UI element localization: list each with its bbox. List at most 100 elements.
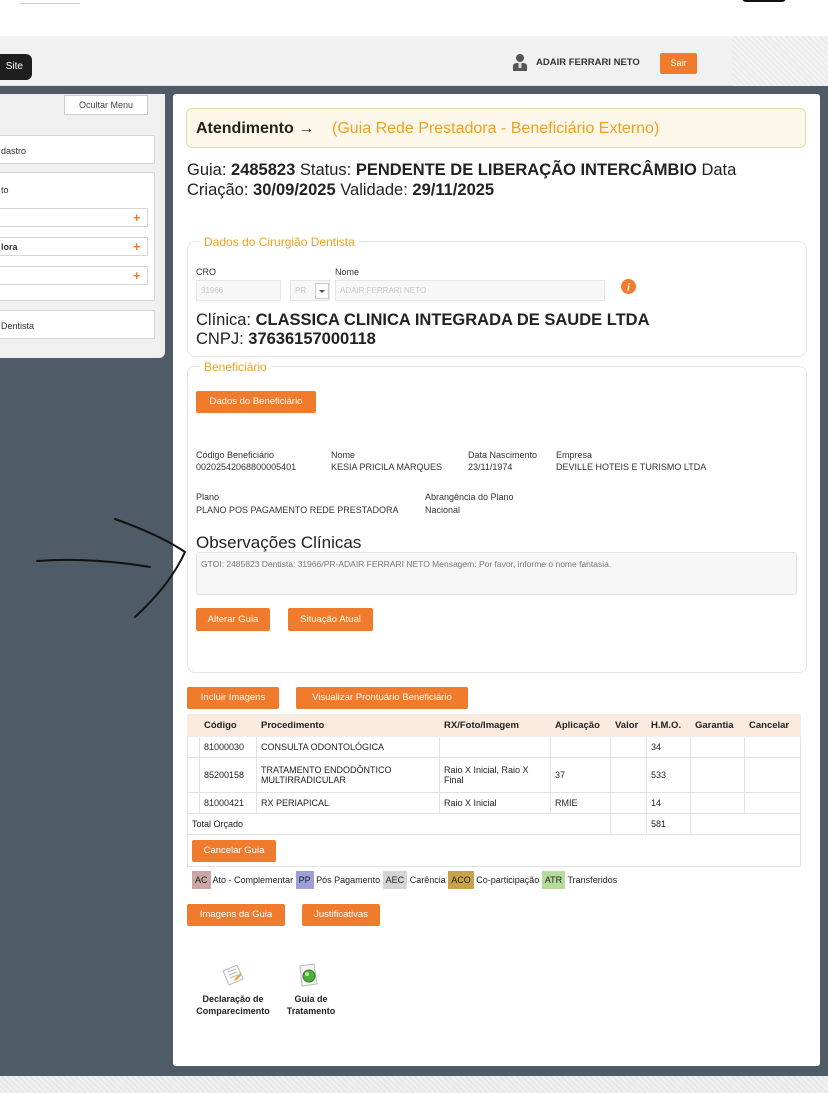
legend-chip-pp: PP bbox=[295, 871, 314, 889]
guia-label: Guia: bbox=[187, 161, 227, 179]
table-cell: Cancelar Guia bbox=[187, 834, 801, 867]
status-value: PENDENTE DE LIBERAÇÃO INTERCÂMBIO bbox=[355, 161, 697, 179]
current-status-button[interactable]: Situação Atual bbox=[288, 608, 373, 631]
procedure-cancel[interactable] bbox=[744, 736, 801, 758]
plan-value: PLANO POS PAGAMENTO REDE PRESTADORA bbox=[196, 505, 399, 515]
column-header: Valor bbox=[610, 714, 647, 737]
procedure-code: 85200158 bbox=[199, 757, 257, 793]
sidebar-item-label: dastro bbox=[1, 146, 27, 156]
plan-label: Plano bbox=[196, 492, 220, 502]
sidebar-item-label: Dentista bbox=[1, 321, 35, 331]
legend-chip-ac: AC bbox=[192, 871, 211, 889]
codigo-beneficiario-value: 00202542068800005401 bbox=[196, 462, 297, 472]
top-right-control-fragment[interactable] bbox=[742, 0, 786, 2]
column-header: Garantia bbox=[690, 714, 745, 737]
clinic-line: Clínica: CLASSICA CLINICA INTEGRADA DE S… bbox=[196, 311, 649, 330]
beneficiary-name-label: Nome bbox=[331, 450, 356, 460]
sidebar-subitem-label: lora bbox=[1, 242, 18, 252]
table-cell bbox=[187, 757, 200, 793]
clinical-notes-title: Observações Clínicas bbox=[196, 533, 362, 552]
legend-label-ac: Ato - Complementar bbox=[212, 875, 294, 885]
nome-label: Nome bbox=[335, 267, 360, 277]
expand-plus-icon[interactable]: + bbox=[133, 239, 141, 254]
procedure-value bbox=[610, 792, 647, 814]
include-images-button[interactable]: Incluir Imagens bbox=[187, 687, 279, 709]
procedure-rx: Raio X Inicial, Raio X Final bbox=[439, 757, 551, 793]
svg-text:i: i bbox=[627, 283, 630, 294]
info-icon[interactable]: i bbox=[621, 279, 636, 294]
declaration-label[interactable]: Declaração de Comparecimento bbox=[188, 993, 278, 1017]
total-hmo: 581 bbox=[646, 813, 691, 835]
total-label: Total Orçado bbox=[187, 813, 611, 835]
declaration-label-line-2: Comparecimento bbox=[196, 1006, 270, 1016]
column-header: Procedimento bbox=[256, 714, 440, 737]
column-header: H.M.O. bbox=[646, 714, 691, 737]
declaration-icon[interactable] bbox=[220, 962, 246, 988]
procedure-cancel[interactable] bbox=[744, 792, 801, 814]
procedure-rx bbox=[439, 736, 551, 758]
procedure-cancel[interactable] bbox=[744, 757, 801, 793]
site-button[interactable]: Site bbox=[0, 54, 32, 80]
codigo-beneficiario-label: Código Beneficiário bbox=[196, 450, 275, 460]
sidebar-subitem[interactable]: + bbox=[0, 208, 148, 227]
logout-button[interactable]: Sair bbox=[660, 53, 697, 74]
birth-date-label: Data Nascimento bbox=[468, 450, 538, 460]
sidebar-subitem[interactable]: lora + bbox=[0, 237, 148, 256]
criacao-value: 30/09/2025 bbox=[253, 181, 336, 199]
table-row: 81000421 RX PERIAPICAL Raio X Inicial RM… bbox=[187, 792, 801, 814]
legend-label-atr: Transferidos bbox=[567, 875, 618, 885]
table-cell bbox=[187, 736, 200, 758]
procedure-application: 37 bbox=[550, 757, 611, 793]
sidebar-item-dentista[interactable]: Dentista bbox=[0, 310, 155, 339]
top-strip bbox=[0, 0, 828, 36]
guide-images-button[interactable]: Imagens da Guia bbox=[187, 904, 285, 926]
expand-plus-icon[interactable]: + bbox=[133, 210, 141, 225]
expand-plus-icon[interactable]: + bbox=[133, 268, 141, 283]
table-cell bbox=[187, 792, 200, 814]
table-header-row: Código Procedimento RX/Foto/Imagem Aplic… bbox=[187, 714, 801, 737]
table-total-row: Total Orçado 581 bbox=[187, 813, 801, 835]
birth-date-value: 23/11/1974 bbox=[468, 462, 513, 472]
table-action-row: Cancelar Guia bbox=[187, 834, 801, 867]
guia-value: 2485823 bbox=[231, 161, 296, 179]
select-arrow[interactable] bbox=[315, 283, 329, 299]
beneficiary-legend: Beneficiário bbox=[200, 360, 271, 374]
beneficiary-name-value: KESIA PRICILA MARQUES bbox=[331, 462, 443, 472]
column-header: RX/Foto/Imagem bbox=[439, 714, 551, 737]
hide-menu-button[interactable]: Ocultar Menu bbox=[64, 95, 148, 115]
legend-label-aec: Carência bbox=[409, 875, 446, 885]
justifications-button[interactable]: Justificativas bbox=[302, 904, 380, 926]
sidebar-subitem[interactable]: + bbox=[0, 266, 148, 285]
procedures-table: Código Procedimento RX/Foto/Imagem Aplic… bbox=[187, 714, 801, 867]
cnpj-line: CNPJ: 37636157000118 bbox=[196, 330, 376, 349]
uf-select[interactable]: PR bbox=[290, 280, 330, 301]
treatment-guide-icon[interactable] bbox=[297, 962, 321, 988]
beneficiary-data-button[interactable]: Dados do Beneficiário bbox=[196, 391, 316, 413]
cancel-guide-button[interactable]: Cancelar Guia bbox=[192, 839, 276, 862]
sidebar-item-cadastro[interactable]: dastro bbox=[0, 135, 155, 164]
app-header bbox=[0, 36, 828, 86]
procedure-hmo: 34 bbox=[646, 736, 691, 758]
procedure-warranty bbox=[690, 757, 745, 793]
procedure-application: RMIE bbox=[550, 792, 611, 814]
procedure-value bbox=[610, 757, 647, 793]
cro-input[interactable]: 31966 bbox=[196, 280, 281, 301]
procedure-name: TRATAMENTO ENDODÔNTICO MULTIRRADICULAR bbox=[256, 757, 440, 793]
treatment-guide-label-line-1: Guia de bbox=[294, 994, 328, 1004]
procedure-application bbox=[550, 736, 611, 758]
status-label: Status: bbox=[299, 161, 352, 179]
status-legend: AC Ato - Complementar PP Pós Pagamento A… bbox=[192, 871, 617, 889]
procedure-hmo: 14 bbox=[646, 792, 691, 814]
chevron-down-icon bbox=[319, 290, 325, 293]
view-record-button[interactable]: Visualizar Prontuário Beneficiário bbox=[296, 687, 468, 709]
column-header: Cancelar bbox=[744, 714, 801, 737]
sidebar-item-label[interactable]: to bbox=[1, 185, 9, 195]
treatment-guide-label[interactable]: Guia de Tratamento bbox=[282, 993, 340, 1017]
procedure-warranty bbox=[690, 792, 745, 814]
cro-label: CRO bbox=[196, 267, 216, 277]
page-title: Atendimento → bbox=[196, 120, 315, 137]
dentist-name-input[interactable]: ADAIR FERRARI NETO bbox=[335, 280, 605, 301]
alter-guide-button[interactable]: Alterar Guia bbox=[196, 608, 270, 631]
top-edge-fragment bbox=[20, 0, 80, 4]
column-header: Aplicação bbox=[550, 714, 611, 737]
